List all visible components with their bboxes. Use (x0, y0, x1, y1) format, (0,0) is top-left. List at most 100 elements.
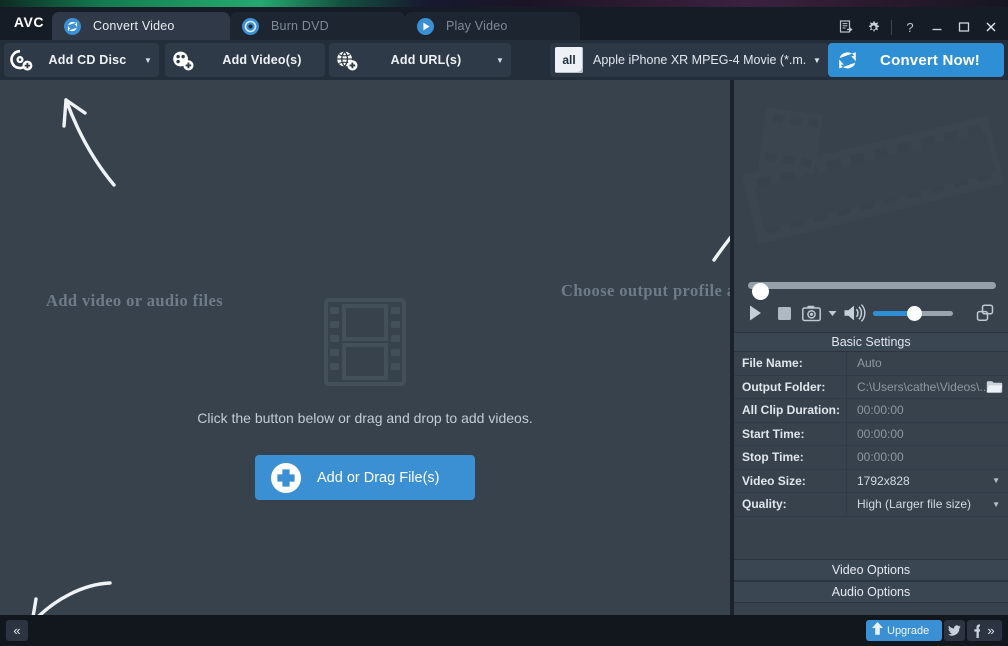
right-panel: Basic Settings File Name: Auto Output Fo… (734, 80, 1008, 615)
filmstrip-decoration-icon (738, 107, 1008, 258)
tab-play-video[interactable]: Play Video (405, 12, 580, 40)
add-videos-label: Add Video(s) (222, 53, 302, 67)
setting-label: Video Size: (734, 469, 847, 492)
video-options-button[interactable]: Video Options (734, 559, 1008, 581)
volume-icon[interactable] (840, 300, 870, 326)
setting-value-file-name[interactable]: Auto (847, 352, 1008, 375)
table-row: Output Folder: C:\Users\cathe\Videos\... (734, 375, 1008, 399)
setting-value-start-time[interactable]: 00:00:00 (847, 423, 1008, 446)
play-icon[interactable] (740, 300, 770, 326)
setting-label: Stop Time: (734, 446, 847, 469)
add-cd-disc-button[interactable]: Add CD Disc ▼ (4, 43, 159, 77)
hint-add-files-text: Add video or audio files (46, 291, 224, 310)
table-row: Start Time: 00:00:00 (734, 422, 1008, 446)
application-window: AVC Convert Video Burn DVD Play Video ? … (0, 0, 1008, 646)
expand-right-button[interactable]: » (980, 620, 1002, 641)
table-row: Quality: High (Larger file size) ▼ (734, 493, 1008, 517)
table-row: All Clip Duration: 00:00:00 (734, 399, 1008, 423)
setting-value-text: 00:00:00 (857, 450, 904, 465)
help-icon[interactable]: ? (897, 15, 923, 39)
main-toolbar: Add CD Disc ▼ Add Video(s) Add URL(s) ▼ … (0, 40, 1008, 80)
convert-now-label: Convert Now! (880, 51, 980, 69)
video-preview-area[interactable] (734, 80, 1008, 272)
upgrade-label: Upgrade (887, 624, 930, 637)
chevron-down-icon[interactable]: ▼ (992, 500, 1000, 509)
volume-slider[interactable] (873, 305, 953, 321)
setting-label: File Name: (734, 352, 847, 375)
add-or-drag-files-label: Add or Drag File(s) (317, 469, 440, 486)
chevron-down-icon[interactable]: ▼ (489, 56, 511, 65)
setting-value-all-clip-duration[interactable]: 00:00:00 (847, 399, 1008, 422)
video-add-icon (165, 48, 199, 72)
add-urls-button[interactable]: Add URL(s) ▼ (329, 43, 511, 77)
upgrade-button[interactable]: Upgrade (866, 620, 942, 641)
snapshot-icon[interactable] (798, 300, 824, 326)
tab-burn-dvd[interactable]: Burn DVD (230, 12, 405, 40)
convert-refresh-icon (828, 48, 866, 73)
output-profile-selector[interactable]: all Apple iPhone XR MPEG-4 Movie (*.m...… (550, 43, 828, 77)
setting-value-output-folder[interactable]: C:\Users\cathe\Videos\... (847, 376, 1008, 399)
tab-label: Convert Video (93, 19, 175, 33)
url-globe-add-icon (329, 48, 363, 72)
decorative-top-strip (0, 0, 1008, 7)
app-logo: AVC (13, 14, 45, 30)
tab-label: Play Video (446, 19, 508, 33)
setting-label: Output Folder: (734, 375, 847, 398)
disc-icon (242, 17, 259, 35)
add-or-drag-files-button[interactable]: Add or Drag File(s) (255, 455, 475, 500)
convert-now-button[interactable]: Convert Now! (828, 43, 1004, 77)
window-controls: ? (833, 14, 1004, 40)
crop-icon[interactable] (969, 300, 1001, 326)
seek-track[interactable] (748, 282, 996, 300)
twitter-icon[interactable] (944, 620, 965, 641)
scissors-icon[interactable] (1001, 300, 1008, 326)
setting-value-text: Auto (857, 356, 882, 371)
hint-arrow-add-files (62, 98, 116, 187)
cd-disc-add-icon (4, 48, 38, 72)
maximize-icon[interactable] (951, 15, 977, 39)
browse-folder-icon[interactable] (986, 380, 1003, 397)
add-videos-button[interactable]: Add Video(s) (165, 43, 325, 77)
chevron-down-icon[interactable]: ▼ (137, 56, 159, 65)
output-profile-value: Apple iPhone XR MPEG-4 Movie (*.m... (593, 53, 806, 67)
file-drop-stage[interactable]: Add video or audio files Choose output p… (0, 80, 730, 615)
drop-instruction-text: Click the button below or drag and drop … (197, 410, 533, 426)
bottom-bar: « Upgrade » (0, 615, 1008, 646)
profile-all-icon: all (555, 47, 583, 73)
setting-value-text: High (Larger file size) (857, 497, 972, 512)
setting-value-quality[interactable]: High (Larger file size) ▼ (847, 493, 1008, 516)
hint-arrow-unfold-panel (31, 581, 112, 615)
close-icon[interactable] (978, 15, 1004, 39)
stop-icon[interactable] (770, 300, 798, 326)
chevron-down-icon[interactable]: ▼ (992, 476, 1000, 485)
table-row: Video Size: 1792x828 ▼ (734, 469, 1008, 493)
setting-label: Quality: (734, 493, 847, 516)
upgrade-arrow-icon (871, 621, 884, 641)
add-urls-label: Add URL(s) (390, 53, 462, 67)
setting-value-text: 00:00:00 (857, 426, 904, 441)
settings-gear-icon[interactable] (860, 15, 886, 39)
minimize-icon[interactable] (924, 15, 950, 39)
volume-slider-thumb[interactable] (907, 305, 922, 321)
snapshot-dropdown-icon[interactable] (824, 300, 840, 326)
setting-value-text: 1792x828 (857, 473, 910, 488)
setting-value-stop-time[interactable]: 00:00:00 (847, 446, 1008, 469)
setting-value-text: C:\Users\cathe\Videos\... (857, 379, 990, 394)
setting-value-video-size[interactable]: 1792x828 ▼ (847, 470, 1008, 493)
film-placeholder-icon (322, 298, 408, 391)
tab-convert-video[interactable]: Convert Video (52, 12, 230, 40)
title-bar: AVC Convert Video Burn DVD Play Video ? (0, 7, 1008, 40)
setting-value-text: 00:00:00 (857, 403, 904, 418)
basic-settings-header: Basic Settings (734, 332, 1008, 352)
seek-bar[interactable] (734, 276, 1008, 300)
setting-label: Start Time: (734, 422, 847, 445)
log-icon[interactable] (833, 15, 859, 39)
plus-circle-icon (255, 461, 317, 495)
basic-settings-table: File Name: Auto Output Folder: C:\Users\… (734, 352, 1008, 517)
chevron-down-icon[interactable]: ▼ (806, 56, 828, 65)
table-row: File Name: Auto (734, 352, 1008, 376)
add-cd-disc-label: Add CD Disc (48, 53, 127, 67)
collapse-left-button[interactable]: « (6, 620, 28, 641)
player-controls (734, 298, 1008, 328)
audio-options-button[interactable]: Audio Options (734, 581, 1008, 603)
